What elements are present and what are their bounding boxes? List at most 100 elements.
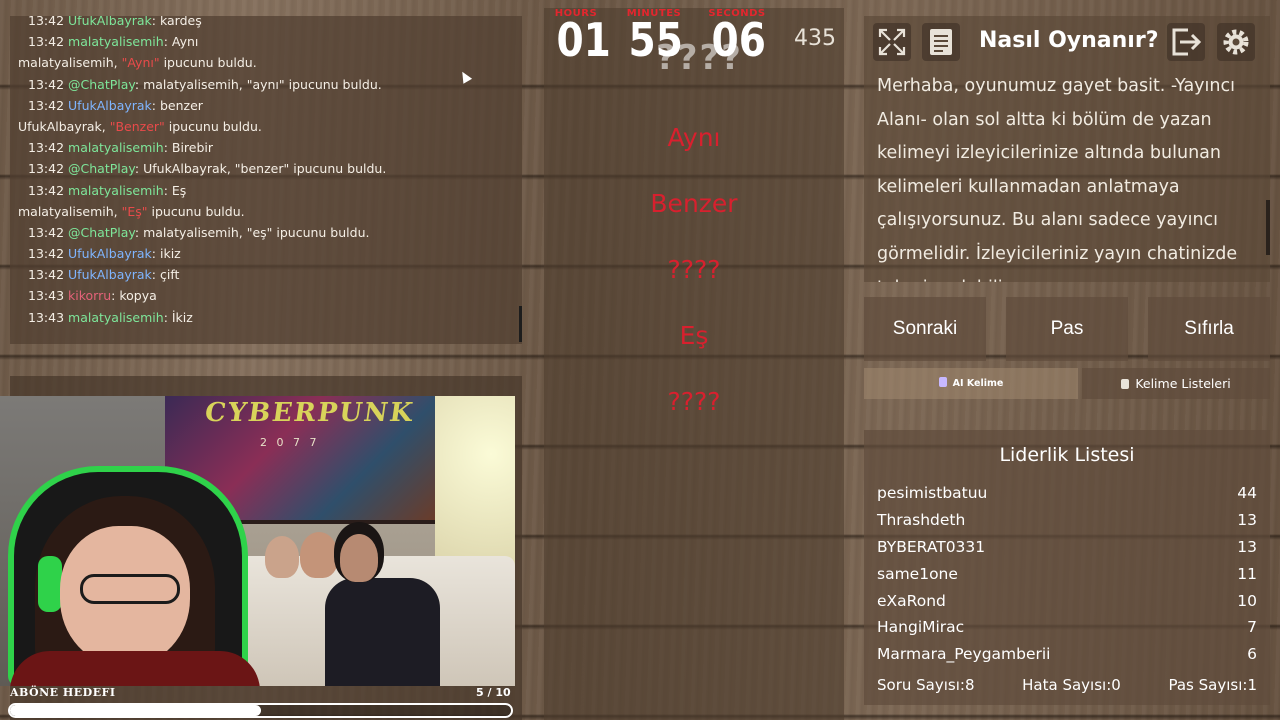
webcam-person xyxy=(265,536,299,578)
system-pre: malatyalisemih, xyxy=(18,203,122,219)
chat-text: UfukAlbayrak, "benzer" ipucunu buldu. xyxy=(143,161,387,177)
chat-text: Aynı xyxy=(171,34,199,50)
leaderboard-name: Thrashdeth xyxy=(877,510,966,529)
gear-icon[interactable] xyxy=(1216,22,1256,62)
ai-word-label: AI Kelime xyxy=(952,378,1004,389)
chat-timestamp: 13:43 xyxy=(28,309,65,325)
chat-scrollbar[interactable] xyxy=(519,306,522,342)
streamer-shirt xyxy=(10,651,260,686)
timer-minutes: MINUTES 55 xyxy=(624,8,684,63)
word-lists-button[interactable]: Kelime Listeleri xyxy=(1082,368,1270,399)
leaderboard-name: pesimistbatuu xyxy=(877,484,988,502)
robot-icon xyxy=(938,377,947,387)
chat-timestamp: 13:43 xyxy=(28,288,65,304)
word-lists-label: Kelime Listeleri xyxy=(1135,376,1231,391)
score-counter: 435 xyxy=(794,26,836,51)
chat-username[interactable]: UfukAlbayrak xyxy=(68,267,152,282)
timer-minutes-value: 55 xyxy=(628,13,683,67)
chat-username[interactable]: UfukAlbayrak xyxy=(68,246,152,261)
chat-timestamp: 13:42 xyxy=(28,161,65,177)
chat-message: 13:42 UfukAlbayrak: çift xyxy=(28,264,512,285)
chat-colon: : xyxy=(163,309,172,325)
forbidden-word: Aynı xyxy=(667,123,721,152)
chat-message: 13:42 UfukAlbayrak: kardeş xyxy=(28,16,512,31)
chat-timestamp: 13:42 xyxy=(28,224,65,240)
fullscreen-icon[interactable] xyxy=(872,22,912,62)
chat-timestamp: 13:42 xyxy=(28,182,65,198)
chat-colon: : xyxy=(163,182,172,198)
exit-icon[interactable] xyxy=(1166,22,1206,62)
reset-button[interactable]: Sıfırla xyxy=(1148,297,1270,361)
chat-username[interactable]: malatyalisemih xyxy=(68,310,164,325)
ai-word-button[interactable]: AI Kelime xyxy=(864,368,1078,399)
chat-colon: : xyxy=(134,224,144,240)
chat-username[interactable]: kikorru xyxy=(68,288,111,303)
chat-text: Birebir xyxy=(171,140,214,156)
next-button[interactable]: Sonraki xyxy=(864,297,986,361)
chat-message: 13:42 UfukAlbayrak: ikiz xyxy=(28,243,512,264)
leaderboard-name: same1one xyxy=(877,564,958,583)
chat-timestamp: 13:42 xyxy=(28,246,65,262)
leaderboard-row: HangiMirac 7 xyxy=(877,614,1257,641)
leaderboard-row: eXaRond 10 xyxy=(877,588,1257,615)
chat-username[interactable]: malatyalisemih xyxy=(68,34,164,49)
timer-hours: HOURS 01 xyxy=(553,8,611,63)
found-hint: "Eş" xyxy=(121,203,148,219)
chat-username[interactable]: UfukAlbayrak xyxy=(68,98,152,113)
headset-icon xyxy=(38,556,62,612)
chat-colon: : xyxy=(151,267,160,283)
leaderboard-title: Liderlik Listesi xyxy=(999,444,1135,466)
forbidden-word: ???? xyxy=(667,387,721,416)
chat-username[interactable]: UfukAlbayrak xyxy=(68,16,152,28)
chat-timestamp: 13:42 xyxy=(28,34,65,50)
chat-text: Eş xyxy=(171,182,187,198)
system-pre: UfukAlbayrak, xyxy=(18,118,110,134)
document-icon[interactable] xyxy=(921,22,961,62)
sub-goal-count: 5 / 10 xyxy=(476,686,511,699)
leaderboard-score: 6 xyxy=(1247,645,1257,664)
leaderboard-list: pesimistbatuu 44 Thrashdeth 13 BYBERAT0331 13… xyxy=(877,480,1257,668)
chat-username[interactable]: malatyalisemih xyxy=(68,140,164,155)
webcam-video: CYBERPUNK 2 0 7 7 xyxy=(0,396,515,686)
chat-timestamp: 13:42 xyxy=(28,97,65,113)
forbidden-word: Benzer xyxy=(650,189,738,218)
chat-message: 13:43 malatyalisemih: İkiz xyxy=(28,307,512,328)
leaderboard-score: 44 xyxy=(1237,484,1257,502)
poster-title: CYBERPUNK xyxy=(202,398,417,428)
leaderboard-score: 13 xyxy=(1237,537,1257,556)
chat-username[interactable]: malatyalisemih xyxy=(68,183,164,198)
how-to-play-scrollbar[interactable] xyxy=(1266,200,1270,255)
chat-text: ikiz xyxy=(159,246,181,262)
leaderboard-name: HangiMirac xyxy=(877,618,965,637)
poster-subtitle: 2 0 7 7 xyxy=(260,436,320,449)
pass-button[interactable]: Pas xyxy=(1006,297,1128,361)
leaderboard-score: 11 xyxy=(1237,564,1257,583)
chat-username[interactable]: @ChatPlay xyxy=(68,161,135,176)
chat-timestamp: 13:42 xyxy=(28,140,65,156)
chat-username[interactable]: @ChatPlay xyxy=(68,225,135,240)
chat-message: 13:42 @ChatPlay: malatyalisemih, "eş" ipu… xyxy=(28,222,512,243)
chat-text: çift xyxy=(159,267,180,283)
system-post: ipucunu buldu. xyxy=(147,203,245,219)
glasses-icon xyxy=(80,574,180,604)
chat-panel: 13:42 UfukAlbayrak: kardeş 13:42 malatyalis… xyxy=(10,16,522,344)
found-hint: "Aynı" xyxy=(121,55,160,71)
chat-message: 13:42 @ChatPlay: UfukAlbayrak, "benzer" i… xyxy=(28,158,512,179)
chat-text: benzer xyxy=(159,97,203,113)
chat-username[interactable]: @ChatPlay xyxy=(68,77,135,92)
forbidden-word: Eş xyxy=(679,321,709,350)
webcam-person-body xyxy=(325,578,440,686)
chat-text: malatyalisemih, "aynı" ipucunu buldu. xyxy=(143,76,382,92)
chat-message: 13:42 malatyalisemih: Eş xyxy=(28,180,512,201)
timer-seconds-value: 06 xyxy=(711,13,766,67)
chat-text: İkiz xyxy=(171,309,193,325)
chat-system-message: malatyalisemih, "Eş" ipucunu buldu. xyxy=(18,201,512,222)
leaderboard-row: BYBERAT0331 13 xyxy=(877,534,1257,561)
system-post: ipucunu buldu. xyxy=(159,55,257,71)
chat-timestamp: 13:42 xyxy=(28,267,65,283)
sub-goal-progress-bar xyxy=(8,703,513,718)
chat-colon: : xyxy=(151,246,160,262)
chat-message: 13:42 malatyalisemih: Aynı xyxy=(28,31,512,52)
leaderboard-name: BYBERAT0331 xyxy=(877,537,986,556)
question-count: Soru Sayısı:8 xyxy=(877,676,975,694)
